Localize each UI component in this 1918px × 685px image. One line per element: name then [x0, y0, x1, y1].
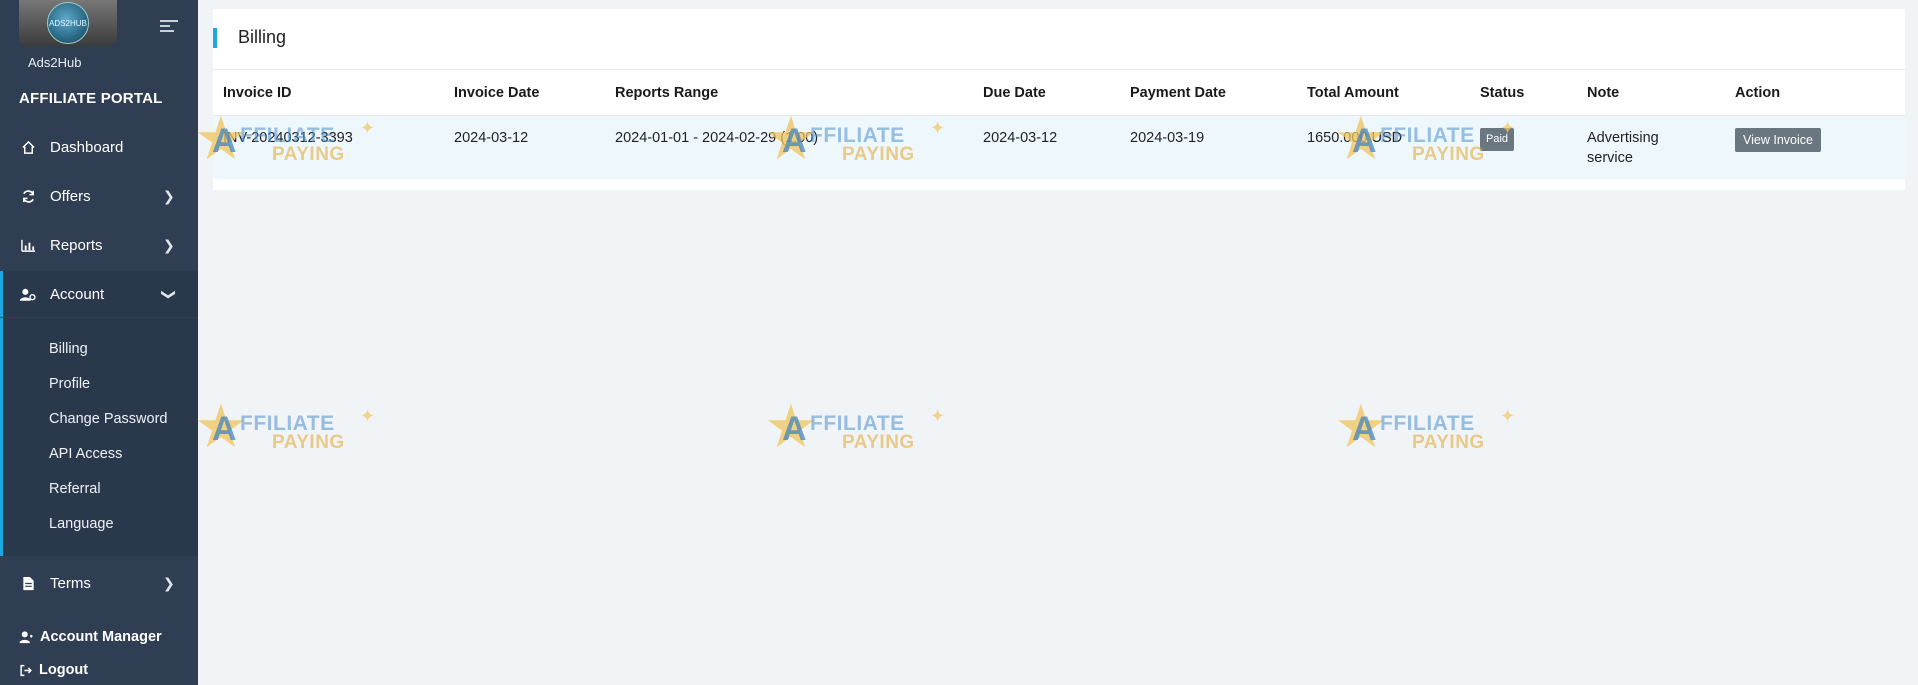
logo-icon: ADS2HUB	[47, 2, 89, 44]
nav-dashboard[interactable]: Dashboard	[0, 124, 198, 170]
logout-label: Logout	[39, 662, 89, 678]
chevron-right-icon: ❯	[163, 574, 175, 591]
submenu-change-password[interactable]: Change Password	[49, 411, 168, 427]
watermark-letter: A	[782, 410, 807, 448]
table-row: INV-20240312-3393 2024-03-12 2024-01-01 …	[213, 115, 1905, 179]
watermark-line2: PAYING	[272, 432, 345, 453]
user-tie-icon	[19, 631, 33, 644]
column-header: Total Amount	[1297, 71, 1470, 116]
nav-offers[interactable]: Offers ❯	[0, 173, 198, 219]
logo[interactable]: ADS2HUB	[19, 0, 117, 46]
watermark: ★ A FFILIATE PAYING ✦	[192, 393, 392, 470]
nav-label: Dashboard	[50, 138, 124, 156]
invoice-table: Invoice ID Invoice Date Reports Range Du…	[213, 71, 1905, 179]
sparkle-icon: ✦	[930, 406, 946, 426]
title-accent-bar	[213, 28, 217, 48]
nav-account[interactable]: Account ❯	[0, 271, 198, 317]
submenu-profile[interactable]: Profile	[49, 376, 90, 392]
nav-label: Reports	[50, 236, 103, 254]
nav-label: Terms	[50, 574, 91, 592]
home-icon	[20, 139, 36, 155]
watermark-line1: FFILIATE	[810, 412, 905, 435]
action-cell: View Invoice	[1725, 115, 1905, 179]
page-title: Billing	[238, 27, 287, 47]
submenu-api-access[interactable]: API Access	[49, 446, 122, 462]
column-header: Invoice ID	[213, 71, 444, 116]
account-manager-label: Account Manager	[40, 629, 162, 645]
invoice-date-cell: 2024-03-12	[454, 129, 529, 146]
submenu-referral[interactable]: Referral	[49, 481, 101, 497]
watermark-line2: PAYING	[1412, 432, 1485, 453]
card-header: Billing	[213, 9, 1905, 70]
invoice-id-cell: INV-20240312-3393	[223, 129, 353, 146]
star-icon: ★	[764, 393, 818, 460]
note-cell: Advertising service	[1577, 115, 1725, 179]
chevron-right-icon: ❯	[163, 236, 175, 253]
submenu-language[interactable]: Language	[49, 516, 114, 532]
chevron-right-icon: ❯	[163, 187, 175, 204]
column-header: Action	[1725, 71, 1905, 116]
sidebar: ADS2HUB Ads2Hub AFFILIATE PORTAL Dashboa…	[0, 0, 198, 685]
table-header-row: Invoice ID Invoice Date Reports Range Du…	[213, 71, 1905, 116]
chevron-down-icon: ❯	[161, 288, 178, 300]
refresh-icon	[20, 188, 36, 204]
column-header: Invoice Date	[444, 71, 605, 116]
note-text: Advertising service	[1587, 129, 1659, 166]
star-icon: ★	[1334, 393, 1388, 460]
sparkle-icon: ✦	[1500, 406, 1516, 426]
due-date-cell: 2024-03-12	[983, 129, 1058, 146]
logout-link[interactable]: Logout	[19, 662, 88, 678]
user-cog-icon	[20, 286, 36, 302]
submenu-billing[interactable]: Billing	[49, 341, 88, 357]
column-header: Note	[1577, 71, 1725, 116]
payment-date-cell: 2024-03-19	[1130, 129, 1205, 146]
watermark-line1: FFILIATE	[240, 412, 335, 435]
total-amount-cell: 1650.000 USD	[1307, 129, 1403, 146]
portal-title: AFFILIATE PORTAL	[19, 90, 163, 107]
watermark: ★ A FFILIATE PAYING ✦	[762, 393, 962, 470]
column-header: Payment Date	[1120, 71, 1297, 116]
sparkle-icon: ✦	[360, 406, 376, 426]
logo-text: ADS2HUB	[49, 18, 87, 28]
sign-out-icon	[20, 664, 32, 676]
watermark-letter: A	[212, 410, 237, 448]
file-icon	[20, 575, 36, 591]
billing-card: Billing Invoice ID Invoice Date Reports …	[213, 9, 1905, 190]
watermark-line1: FFILIATE	[1380, 412, 1475, 435]
nav-label: Account	[50, 285, 105, 303]
status-badge: Paid	[1480, 127, 1515, 151]
nav-label: Offers	[50, 187, 91, 205]
account-submenu: Billing Profile Change Password API Acce…	[0, 318, 198, 556]
column-header: Due Date	[973, 71, 1120, 116]
watermark-line2: PAYING	[842, 432, 915, 453]
view-invoice-button[interactable]: View Invoice	[1735, 127, 1821, 152]
star-icon: ★	[194, 393, 248, 460]
reports-range-cell: 2024-01-01 - 2024-02-29 (1.00)	[615, 129, 819, 146]
column-header: Status	[1470, 71, 1577, 116]
status-cell: Paid	[1470, 115, 1577, 179]
watermark-letter: A	[1352, 410, 1377, 448]
watermark: ★ A FFILIATE PAYING ✦	[1332, 393, 1532, 470]
column-header: Reports Range	[605, 71, 973, 116]
menu-toggle-icon[interactable]	[160, 20, 178, 34]
nav-terms[interactable]: Terms ❯	[0, 560, 198, 606]
account-manager-link[interactable]: Account Manager	[19, 629, 162, 645]
bar-chart-icon	[20, 237, 36, 253]
nav-reports[interactable]: Reports ❯	[0, 222, 198, 268]
brand-name: Ads2Hub	[28, 55, 82, 70]
